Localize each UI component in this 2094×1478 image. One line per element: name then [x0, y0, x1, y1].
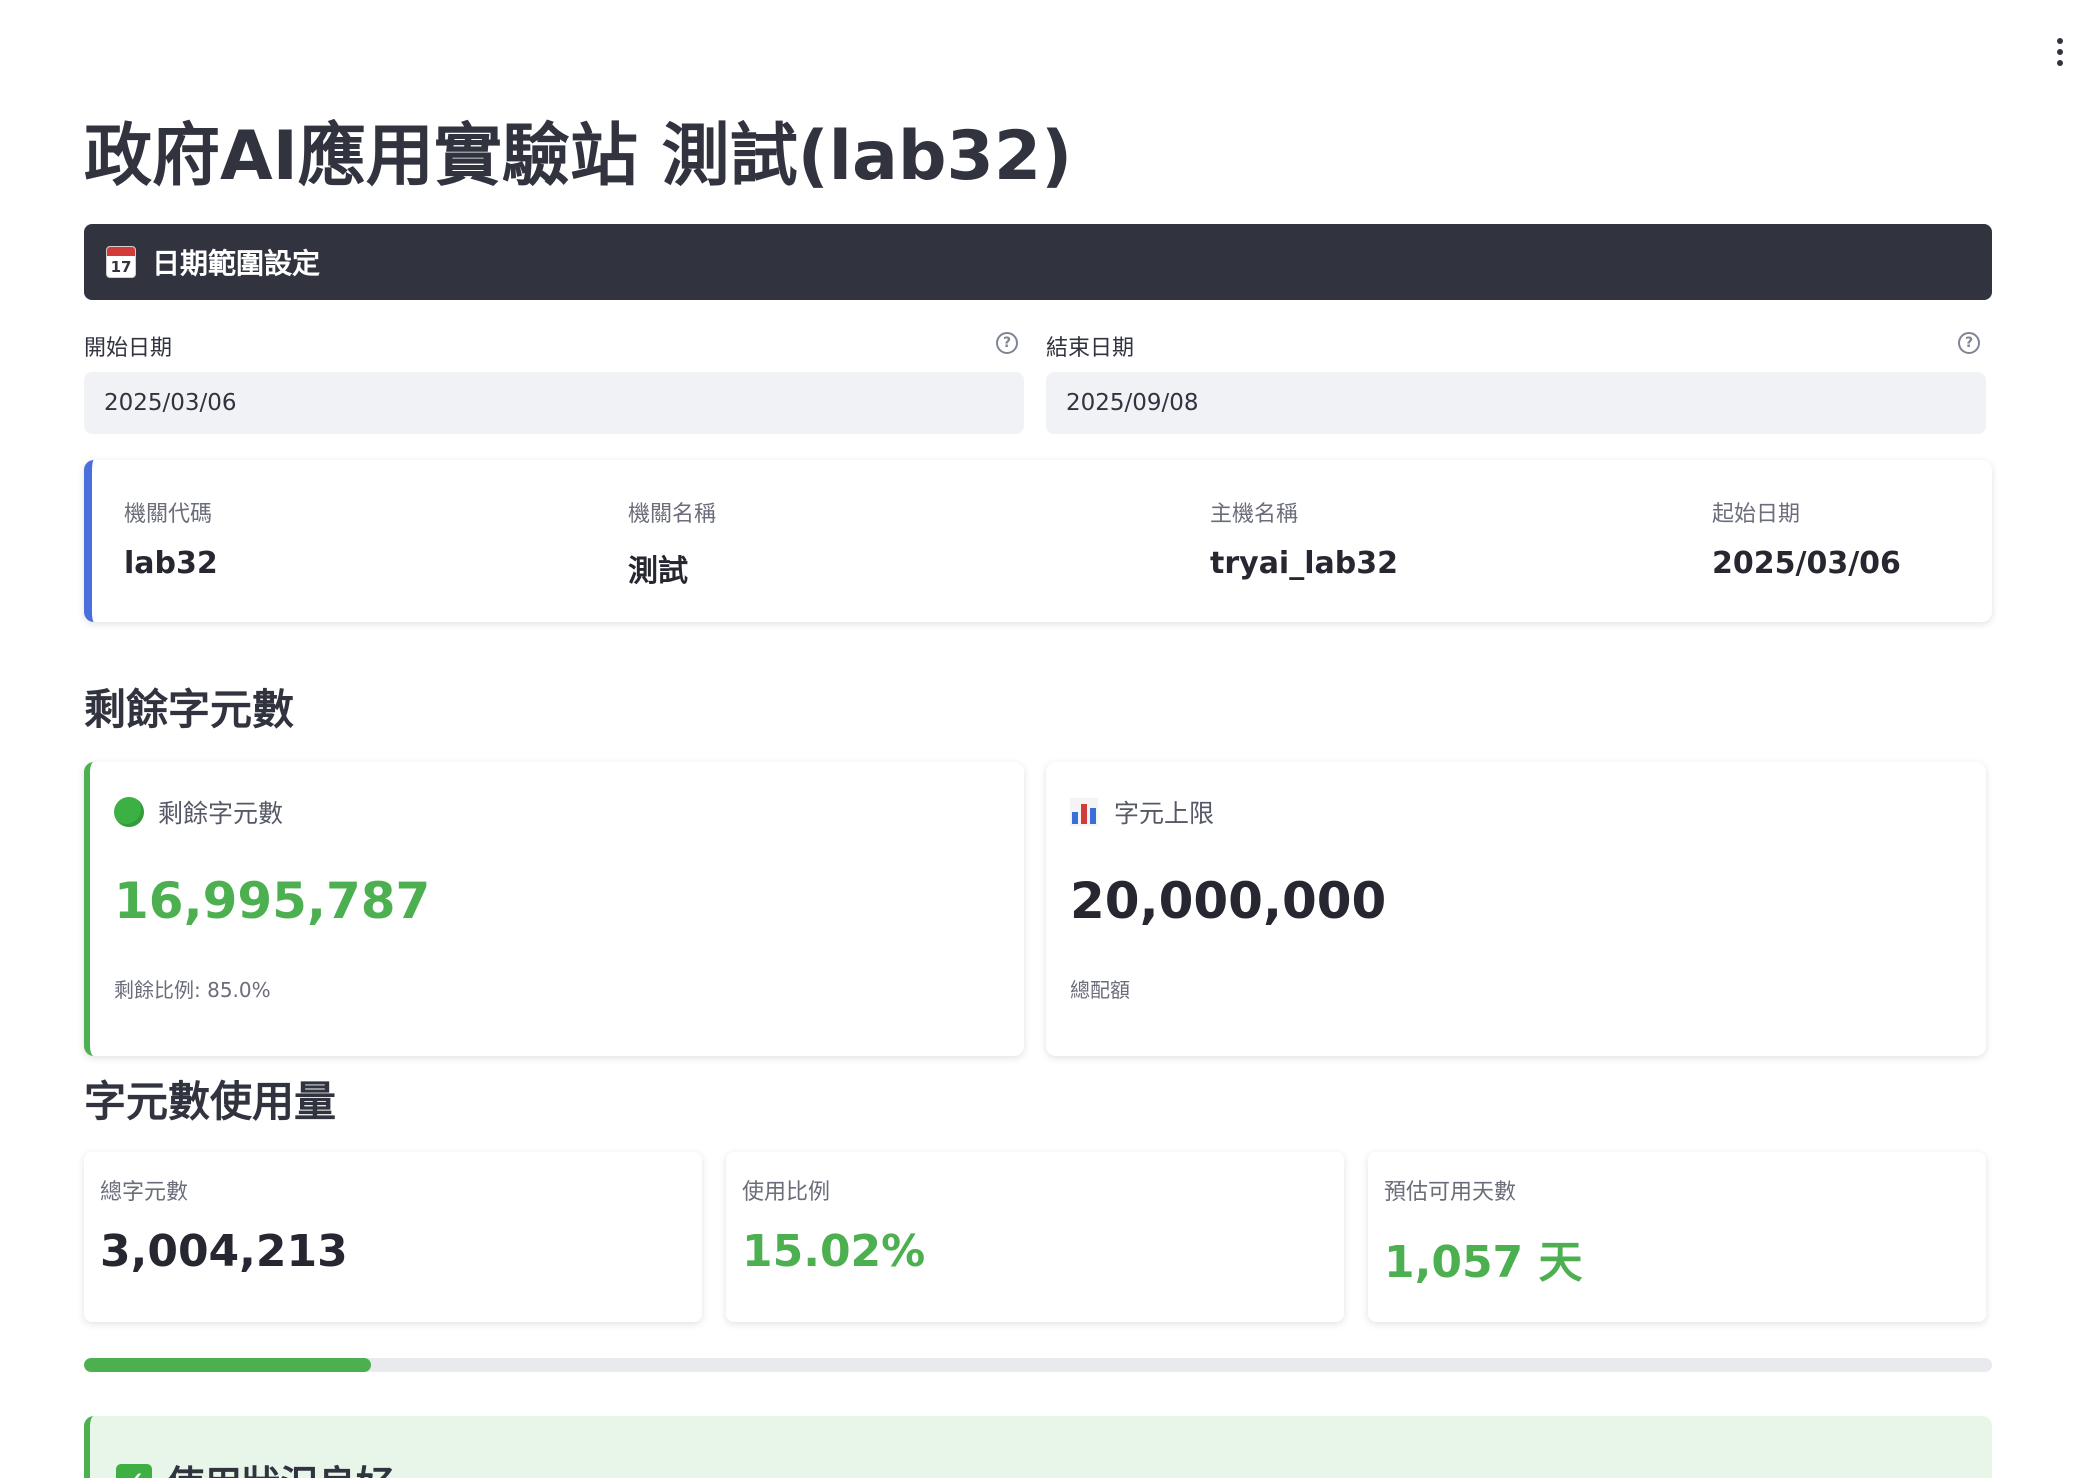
char-limit-value: 20,000,000 [1070, 872, 1387, 930]
app-page: 政府AI應用實驗站 測試(lab32) 17 日期範圍設定 開始日期 ? 202… [0, 0, 2094, 1478]
estimated-days-value: 1,057 天 [1384, 1237, 1583, 1288]
agency-name: 機關名稱 測試 [628, 502, 717, 589]
estimated-days-card: 預估可用天數 1,057 天 [1368, 1152, 1986, 1322]
date-range-header: 17 日期範圍設定 [84, 224, 1992, 300]
usage-heading: 字元數使用量 [84, 1077, 337, 1126]
char-limit-label: 字元上限 [1114, 799, 1215, 828]
page-title: 政府AI應用實驗站 測試(lab32) [84, 117, 1073, 196]
usage-progress-bar [84, 1358, 1992, 1372]
end-date-help-icon[interactable]: ? [1958, 332, 1980, 354]
remaining-chars-value: 16,995,787 [114, 872, 431, 930]
menu-dot [2057, 49, 2063, 55]
usage-ratio-label: 使用比例 [742, 1180, 831, 1205]
remaining-heading: 剩餘字元數 [84, 685, 295, 734]
host-name: 主機名稱 tryai_lab32 [1210, 502, 1398, 581]
usage-progress-fill [84, 1358, 371, 1372]
green-circle-icon [114, 797, 144, 827]
remaining-ratio-text: 剩餘比例: 85.0% [114, 978, 271, 1002]
status-alert: ✓ 使用狀況良好 [84, 1416, 1992, 1478]
start-date-input[interactable]: 2025/03/06 [84, 372, 1024, 434]
total-chars-card: 總字元數 3,004,213 [84, 1152, 702, 1322]
bar-chart-icon [1070, 798, 1098, 826]
estimated-days-label: 預估可用天數 [1384, 1180, 1517, 1205]
start-date-label: 開始日期 [84, 336, 173, 361]
usage-ratio-card: 使用比例 15.02% [726, 1152, 1344, 1322]
menu-dot [2057, 60, 2063, 66]
calendar-icon: 17 [106, 246, 136, 278]
agency-info-card: 機關代碼 lab32 機關名稱 測試 主機名稱 tryai_lab32 起始日期… [84, 460, 1992, 622]
menu-dot [2057, 38, 2063, 44]
total-quota-text: 總配額 [1070, 978, 1130, 1002]
start-date-info: 起始日期 2025/03/06 [1712, 502, 1901, 581]
status-text: 使用狀況良好 [166, 1454, 394, 1478]
end-date-label: 結束日期 [1046, 336, 1135, 361]
total-chars-label: 總字元數 [100, 1180, 189, 1205]
agency-code: 機關代碼 lab32 [124, 502, 218, 581]
remaining-chars-label: 剩餘字元數 [158, 799, 284, 828]
usage-ratio-value: 15.02% [742, 1226, 926, 1277]
check-mark-icon: ✓ [116, 1463, 152, 1478]
main-menu-button[interactable] [2046, 34, 2074, 70]
total-chars-value: 3,004,213 [100, 1226, 348, 1277]
char-limit-card: 字元上限 20,000,000 總配額 [1046, 762, 1986, 1056]
remaining-chars-card: 剩餘字元數 16,995,787 剩餘比例: 85.0% [84, 762, 1024, 1056]
end-date-input[interactable]: 2025/09/08 [1046, 372, 1986, 434]
start-date-help-icon[interactable]: ? [996, 332, 1018, 354]
date-range-title: 日期範圍設定 [152, 247, 321, 280]
